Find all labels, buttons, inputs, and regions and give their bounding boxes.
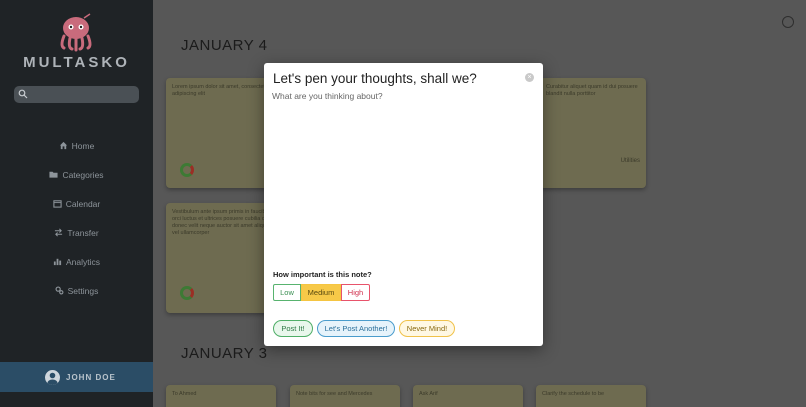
sidebar-item-home[interactable]: Home (0, 131, 153, 160)
never-mind-button[interactable]: Never Mind! (399, 320, 455, 337)
octopus-logo-icon (60, 13, 92, 52)
date-heading: JANUARY 3 (181, 345, 268, 362)
note-card-badge: Utilities (620, 158, 640, 164)
note-card[interactable]: To Ahmed (166, 385, 276, 407)
donut-chart-icon (180, 286, 194, 300)
search-box[interactable] (14, 86, 139, 103)
sidebar-item-transfer[interactable]: Transfer (0, 218, 153, 247)
note-card-text: Ask Arif (419, 391, 438, 397)
avatar-icon (45, 369, 60, 385)
note-card-text: Note bits for see and Mercedes (296, 391, 373, 397)
note-card[interactable]: Ask Arif (413, 385, 523, 407)
folder-icon (49, 171, 58, 178)
gears-icon (55, 286, 64, 295)
sidebar-item-label: Transfer (67, 227, 99, 238)
transfer-icon (55, 228, 63, 237)
modal-title: Let's pen your thoughts, shall we? (273, 71, 477, 86)
user-profile[interactable]: JOHN DOE (0, 362, 153, 392)
bar-chart-icon (53, 258, 62, 266)
modal-actions: Post It! Let's Post Another! Never Mind! (273, 320, 455, 337)
brand-name: MULTASKO (23, 54, 130, 71)
note-card-text: Curabitur aliquet quam id dui posuere bl… (546, 84, 638, 97)
calendar-icon (53, 200, 62, 208)
sidebar: MULTASKO Home Categories Calendar Transf… (0, 0, 153, 407)
sidebar-nav: Home Categories Calendar Transfer Analyt… (0, 131, 153, 305)
sidebar-item-label: Analytics (65, 256, 100, 267)
settings-gear-icon[interactable] (782, 16, 794, 28)
note-card-text: Clarify the schedule to be (542, 391, 605, 397)
new-note-modal: Let's pen your thoughts, shall we? × How… (264, 63, 543, 346)
date-heading: JANUARY 4 (181, 37, 268, 54)
sidebar-item-calendar[interactable]: Calendar (0, 189, 153, 218)
sidebar-item-settings[interactable]: Settings (0, 276, 153, 305)
note-card[interactable]: Clarify the schedule to be (536, 385, 646, 407)
priority-selector: Low Medium High (273, 284, 370, 301)
priority-low-button[interactable]: Low (273, 284, 301, 301)
priority-high-button[interactable]: High (341, 284, 370, 301)
note-textarea[interactable] (272, 91, 534, 263)
user-name: JOHN DOE (66, 372, 116, 382)
close-icon[interactable]: × (525, 73, 534, 82)
note-card[interactable]: Curabitur aliquet quam id dui posuere bl… (540, 78, 646, 188)
post-it-button[interactable]: Post It! (273, 320, 313, 337)
sidebar-item-analytics[interactable]: Analytics (0, 247, 153, 276)
sidebar-item-label: Calendar (65, 198, 101, 209)
post-another-button[interactable]: Let's Post Another! (317, 320, 395, 337)
sidebar-item-label: Settings (67, 285, 99, 296)
search-input[interactable] (30, 86, 135, 103)
home-icon (59, 141, 67, 150)
sidebar-item-label: Home (71, 140, 95, 151)
priority-label: How important is this note? (273, 270, 372, 279)
search-icon (18, 89, 28, 99)
donut-chart-icon (180, 163, 194, 177)
priority-medium-button[interactable]: Medium (301, 284, 341, 301)
sidebar-item-categories[interactable]: Categories (0, 160, 153, 189)
note-card[interactable]: Note bits for see and Mercedes (290, 385, 400, 407)
note-card-text: To Ahmed (172, 391, 197, 397)
sidebar-item-label: Categories (62, 169, 104, 180)
